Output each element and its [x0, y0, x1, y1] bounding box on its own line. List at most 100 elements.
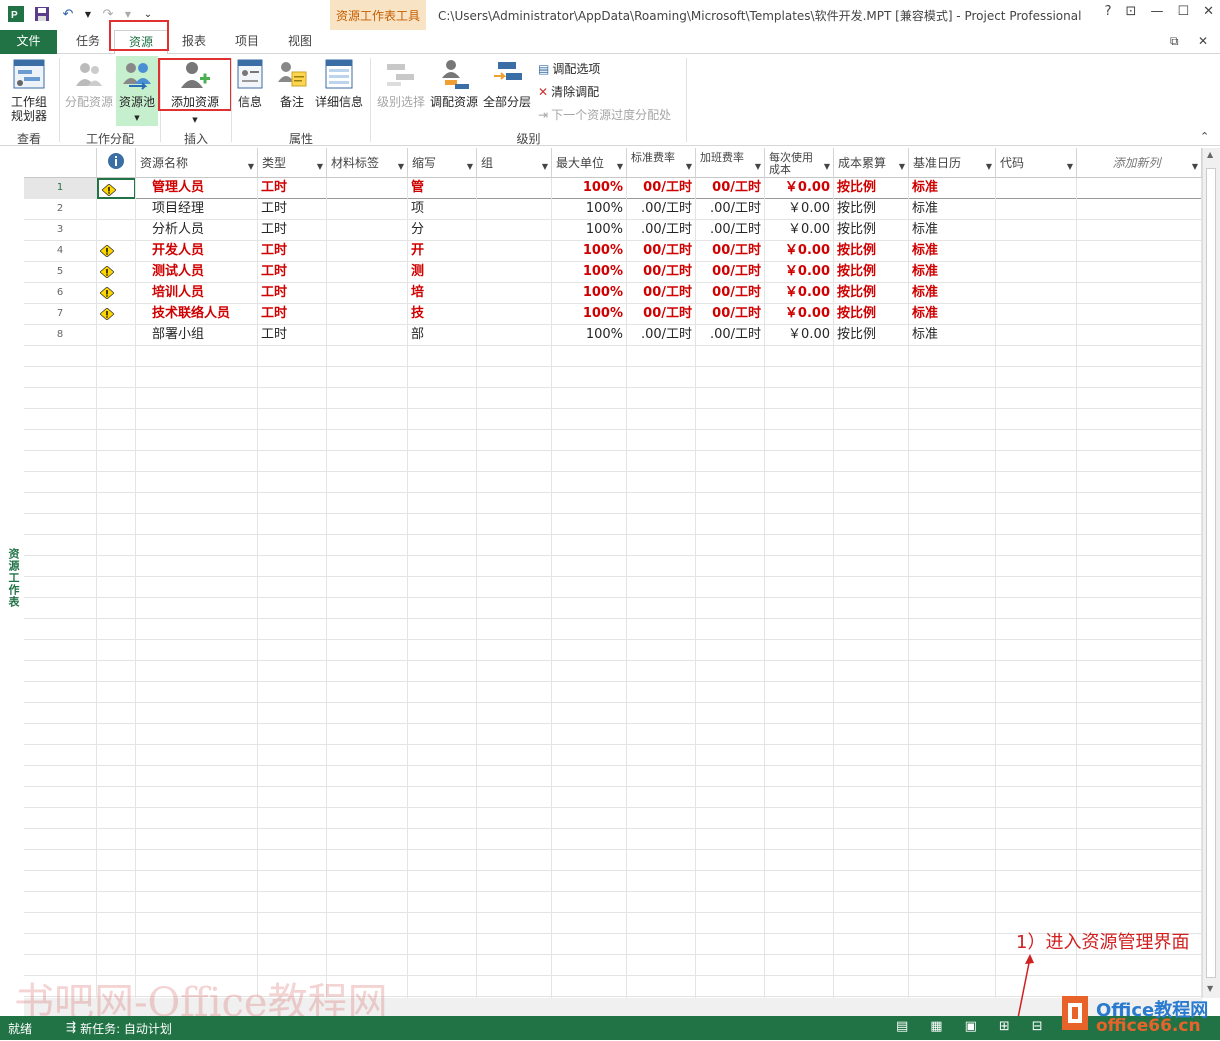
- indicator-cell[interactable]: [97, 241, 136, 262]
- column-header-add[interactable]: 添加新列 ▼: [1077, 148, 1202, 178]
- cell-initials[interactable]: 管: [408, 178, 477, 199]
- cell-type[interactable]: 工时: [258, 199, 327, 220]
- empty-row[interactable]: [24, 892, 1202, 913]
- cell-max[interactable]: 100%: [552, 304, 627, 325]
- cell-name[interactable]: 开发人员: [136, 241, 258, 262]
- cell-max[interactable]: 100%: [552, 262, 627, 283]
- cell-group[interactable]: [477, 325, 552, 346]
- cell-initials[interactable]: 项: [408, 199, 477, 220]
- column-header-ovt[interactable]: 加班费率 ▼: [696, 148, 765, 178]
- cell-code[interactable]: [996, 283, 1077, 304]
- ribbon-display-icon[interactable]: ⊡: [1126, 4, 1137, 19]
- cell-add[interactable]: [1077, 178, 1202, 199]
- cell-type[interactable]: 工时: [258, 325, 327, 346]
- cell-name[interactable]: 培训人员: [136, 283, 258, 304]
- team-planner-button[interactable]: 工作组 规划器: [4, 58, 54, 123]
- cell-cost[interactable]: ￥0.00: [765, 325, 834, 346]
- cell-initials[interactable]: 培: [408, 283, 477, 304]
- table-row[interactable]: 5 测试人员 工时测 100% 00/工时 00/工时 ￥0.00 按比例 标准: [24, 262, 1202, 283]
- cell-material[interactable]: [327, 283, 408, 304]
- table-row[interactable]: 8 部署小组 工时部 100% .00/工时 .00/工时 ￥0.00 按比例 标准: [24, 325, 1202, 346]
- empty-row[interactable]: [24, 535, 1202, 556]
- empty-row[interactable]: [24, 724, 1202, 745]
- empty-row[interactable]: [24, 808, 1202, 829]
- column-filter-dropdown-icon[interactable]: ▼: [248, 161, 254, 173]
- close-window-icon[interactable]: ✕: [1198, 34, 1208, 48]
- cell-name[interactable]: 测试人员: [136, 262, 258, 283]
- cell-material[interactable]: [327, 220, 408, 241]
- row-id[interactable]: 2: [24, 199, 97, 220]
- team-planner-view-icon[interactable]: ▣: [965, 1019, 977, 1034]
- cell-cal[interactable]: 标准: [909, 283, 996, 304]
- cell-accrue[interactable]: 按比例: [834, 262, 909, 283]
- maximize-icon[interactable]: ☐: [1177, 4, 1189, 19]
- collapse-ribbon-icon[interactable]: ⌃: [1200, 130, 1209, 143]
- column-header-initials[interactable]: 缩写 ▼: [408, 148, 477, 178]
- empty-row[interactable]: [24, 703, 1202, 724]
- leveling-options-button[interactable]: ▤ 调配选项: [538, 60, 600, 77]
- indicator-cell[interactable]: [97, 304, 136, 325]
- column-header-material[interactable]: 材料标签 ▼: [327, 148, 408, 178]
- column-filter-dropdown-icon[interactable]: ▼: [686, 161, 692, 173]
- cell-ovt[interactable]: 00/工时: [696, 262, 765, 283]
- column-filter-dropdown-icon[interactable]: ▼: [398, 161, 404, 173]
- cell-std[interactable]: 00/工时: [627, 178, 696, 199]
- cell-max[interactable]: 100%: [552, 178, 627, 199]
- empty-row[interactable]: [24, 430, 1202, 451]
- cell-accrue[interactable]: 按比例: [834, 199, 909, 220]
- cell-code[interactable]: [996, 304, 1077, 325]
- cell-initials[interactable]: 技: [408, 304, 477, 325]
- cell-std[interactable]: .00/工时: [627, 220, 696, 241]
- cell-accrue[interactable]: 按比例: [834, 304, 909, 325]
- column-filter-dropdown-icon[interactable]: ▼: [467, 161, 473, 173]
- cell-std[interactable]: 00/工时: [627, 283, 696, 304]
- empty-row[interactable]: [24, 871, 1202, 892]
- indicator-cell[interactable]: [97, 283, 136, 304]
- table-row[interactable]: 4 开发人员 工时开 100% 00/工时 00/工时 ￥0.00 按比例 标准: [24, 241, 1202, 262]
- tab-task[interactable]: 任务: [66, 30, 110, 54]
- tab-project[interactable]: 项目: [225, 30, 269, 54]
- cell-accrue[interactable]: 按比例: [834, 220, 909, 241]
- cell-group[interactable]: [477, 241, 552, 262]
- cell-ovt[interactable]: .00/工时: [696, 220, 765, 241]
- cell-name[interactable]: 技术联络人员: [136, 304, 258, 325]
- cell-cal[interactable]: 标准: [909, 262, 996, 283]
- cell-ovt[interactable]: 00/工时: [696, 241, 765, 262]
- new-tasks-mode[interactable]: ⇶ 新任务: 自动计划: [66, 1020, 172, 1037]
- column-filter-dropdown-icon[interactable]: ▼: [1192, 161, 1198, 173]
- cell-group[interactable]: [477, 199, 552, 220]
- empty-row[interactable]: [24, 745, 1202, 766]
- cell-cal[interactable]: 标准: [909, 241, 996, 262]
- empty-row[interactable]: [24, 409, 1202, 430]
- empty-row[interactable]: [24, 640, 1202, 661]
- cell-add[interactable]: [1077, 304, 1202, 325]
- cell-code[interactable]: [996, 325, 1077, 346]
- row-id[interactable]: 3: [24, 220, 97, 241]
- cell-material[interactable]: [327, 262, 408, 283]
- cell-name[interactable]: 项目经理: [136, 199, 258, 220]
- cell-accrue[interactable]: 按比例: [834, 241, 909, 262]
- row-id[interactable]: 6: [24, 283, 97, 304]
- cell-max[interactable]: 100%: [552, 199, 627, 220]
- cell-group[interactable]: [477, 178, 552, 199]
- empty-row[interactable]: [24, 766, 1202, 787]
- overallocated-warning-icon[interactable]: [99, 244, 115, 258]
- select-all-header[interactable]: [24, 148, 97, 178]
- column-header-name[interactable]: 资源名称 ▼: [136, 148, 258, 178]
- cell-code[interactable]: [996, 241, 1077, 262]
- column-header-std[interactable]: 标准费率 ▼: [627, 148, 696, 178]
- cell-initials[interactable]: 测: [408, 262, 477, 283]
- indicator-cell[interactable]: [97, 178, 136, 199]
- report-view-icon[interactable]: ⊟: [1032, 1019, 1043, 1034]
- cell-std[interactable]: .00/工时: [627, 199, 696, 220]
- cell-max[interactable]: 100%: [552, 325, 627, 346]
- scroll-thumb[interactable]: [1206, 168, 1216, 978]
- cell-name[interactable]: 分析人员: [136, 220, 258, 241]
- gantt-view-icon[interactable]: ▤: [896, 1019, 908, 1034]
- cell-std[interactable]: 00/工时: [627, 241, 696, 262]
- cell-cost[interactable]: ￥0.00: [765, 178, 834, 199]
- cell-max[interactable]: 100%: [552, 241, 627, 262]
- table-row[interactable]: 3 分析人员 工时分 100% .00/工时 .00/工时 ￥0.00 按比例 标准: [24, 220, 1202, 241]
- cell-name[interactable]: 部署小组: [136, 325, 258, 346]
- cell-max[interactable]: 100%: [552, 220, 627, 241]
